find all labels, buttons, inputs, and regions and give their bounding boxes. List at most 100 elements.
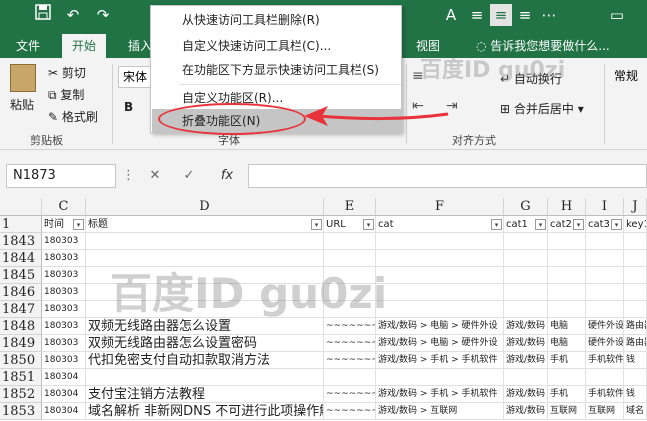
- cut-button[interactable]: ✂ 剪切: [48, 64, 86, 81]
- row-header[interactable]: 1849: [0, 335, 42, 352]
- cell-d[interactable]: [86, 233, 324, 250]
- cell-h[interactable]: 手机: [548, 352, 586, 369]
- merge-center-button[interactable]: ⊞ 合并后居中 ▾: [500, 100, 584, 117]
- cell-c[interactable]: 180304: [42, 403, 86, 420]
- cell-g[interactable]: [504, 301, 548, 318]
- cell-g[interactable]: [504, 250, 548, 267]
- cell-i[interactable]: 硬件外设: [586, 335, 624, 352]
- header-cell-d[interactable]: 标题 ▾: [86, 216, 324, 233]
- cell-g[interactable]: 游戏/数码: [504, 403, 548, 420]
- cell-j[interactable]: 钱: [624, 386, 647, 403]
- filter-dropdown-icon[interactable]: ▾: [363, 219, 374, 230]
- menu-item-customize-qat[interactable]: 自定义快速访问工具栏(C)...: [152, 34, 402, 58]
- cell-g[interactable]: 游戏/数码: [504, 386, 548, 403]
- cell-c[interactable]: 180303: [42, 335, 86, 352]
- enter-icon[interactable]: ✓: [178, 164, 200, 188]
- column-header-h[interactable]: H: [548, 198, 586, 216]
- cell-e[interactable]: ~~~~~~~~~~: [324, 386, 376, 403]
- cell-h[interactable]: [548, 233, 586, 250]
- row-header[interactable]: 1850: [0, 352, 42, 369]
- select-all-corner[interactable]: [0, 198, 42, 216]
- row-header[interactable]: 1847: [0, 301, 42, 318]
- cell-h[interactable]: [548, 267, 586, 284]
- cell-j[interactable]: 钱: [624, 352, 647, 369]
- cell-j[interactable]: [624, 301, 647, 318]
- cell-h[interactable]: [548, 284, 586, 301]
- cell-g[interactable]: [504, 233, 548, 250]
- cell-f[interactable]: 游戏/数码 > 互联网: [376, 403, 504, 420]
- cell-f[interactable]: [376, 250, 504, 267]
- cell-f[interactable]: [376, 301, 504, 318]
- tab-file[interactable]: 文件: [6, 34, 50, 58]
- cell-f[interactable]: 游戏/数码 > 手机 > 手机软件: [376, 386, 504, 403]
- cell-c[interactable]: 180303: [42, 352, 86, 369]
- row-header[interactable]: 1848: [0, 318, 42, 335]
- cell-d[interactable]: 域名解析 非新网DNS 不可进行此项操作解决方法: [86, 403, 324, 420]
- cell-h[interactable]: 电脑: [548, 318, 586, 335]
- column-header-d[interactable]: D: [86, 198, 324, 216]
- cell-j[interactable]: [624, 233, 647, 250]
- cell-i[interactable]: [586, 267, 624, 284]
- cell-g[interactable]: 游戏/数码: [504, 335, 548, 352]
- cell-c[interactable]: 180303: [42, 301, 86, 318]
- filter-dropdown-icon[interactable]: ▾: [311, 219, 322, 230]
- cell-j[interactable]: [624, 250, 647, 267]
- align-right-icon[interactable]: ≡: [514, 4, 536, 26]
- header-cell-e[interactable]: URL ▾: [324, 216, 376, 233]
- header-cell-g[interactable]: cat1 ▾: [504, 216, 548, 233]
- tab-home[interactable]: 开始: [62, 34, 107, 58]
- more-icon[interactable]: ⋯: [538, 4, 560, 26]
- cell-f[interactable]: 游戏/数码 > 手机 > 手机软件: [376, 352, 504, 369]
- cell-g[interactable]: 游戏/数码: [504, 318, 548, 335]
- filter-dropdown-icon[interactable]: ▾: [573, 219, 584, 230]
- cell-e[interactable]: ~~~~~~~~~~: [324, 335, 376, 352]
- column-header-c[interactable]: C: [42, 198, 86, 216]
- filter-dropdown-icon[interactable]: ▾: [611, 219, 622, 230]
- format-painter-button[interactable]: ✎ 格式刷: [48, 108, 98, 125]
- header-cell-j[interactable]: key1: [624, 216, 647, 233]
- cell-j[interactable]: 路由器: [624, 318, 647, 335]
- row-header[interactable]: 1853: [0, 403, 42, 420]
- cell-c[interactable]: 180303: [42, 267, 86, 284]
- cell-c[interactable]: 180303: [42, 318, 86, 335]
- cell-c[interactable]: 180304: [42, 386, 86, 403]
- cell-d[interactable]: 支付宝注销方法教程: [86, 386, 324, 403]
- fx-icon[interactable]: fx: [214, 164, 240, 188]
- cell-g[interactable]: [504, 267, 548, 284]
- row-header[interactable]: 1845: [0, 267, 42, 284]
- cell-h[interactable]: 电脑: [548, 335, 586, 352]
- cell-g[interactable]: [504, 369, 548, 386]
- row-header[interactable]: 1844: [0, 250, 42, 267]
- cell-i[interactable]: 手机软件: [586, 386, 624, 403]
- cell-e[interactable]: [324, 369, 376, 386]
- header-cell-i[interactable]: cat3 ▾: [586, 216, 624, 233]
- cell-e[interactable]: ~~~~~~~~~~: [324, 403, 376, 420]
- cell-c[interactable]: 180303: [42, 233, 86, 250]
- save-icon[interactable]: [32, 4, 54, 26]
- cell-d[interactable]: 代扣免密支付自动扣款取消方法: [86, 352, 324, 369]
- cell-j[interactable]: 路由器: [624, 335, 647, 352]
- name-box[interactable]: N1873: [6, 164, 116, 188]
- column-header-f[interactable]: F: [376, 198, 504, 216]
- column-header-j[interactable]: J: [624, 198, 647, 216]
- column-header-g[interactable]: G: [504, 198, 548, 216]
- font-name-select[interactable]: 宋体: [118, 66, 154, 88]
- cell-h[interactable]: [548, 369, 586, 386]
- cell-c[interactable]: 180303: [42, 284, 86, 301]
- cell-g[interactable]: [504, 284, 548, 301]
- cell-i[interactable]: [586, 284, 624, 301]
- cell-h[interactable]: 互联网: [548, 403, 586, 420]
- font-color-icon[interactable]: A: [440, 4, 462, 26]
- cell-i[interactable]: [586, 250, 624, 267]
- cell-i[interactable]: 互联网: [586, 403, 624, 420]
- cell-i[interactable]: 手机软件: [586, 352, 624, 369]
- row-header[interactable]: 1846: [0, 284, 42, 301]
- undo-icon[interactable]: ↶: [62, 4, 84, 26]
- row-header[interactable]: 1852: [0, 386, 42, 403]
- column-header-i[interactable]: I: [586, 198, 624, 216]
- cell-f[interactable]: [376, 233, 504, 250]
- cell-j[interactable]: 域名: [624, 403, 647, 420]
- header-cell-h[interactable]: cat2 ▾: [548, 216, 586, 233]
- row-header[interactable]: 1: [0, 216, 42, 233]
- cell-j[interactable]: [624, 267, 647, 284]
